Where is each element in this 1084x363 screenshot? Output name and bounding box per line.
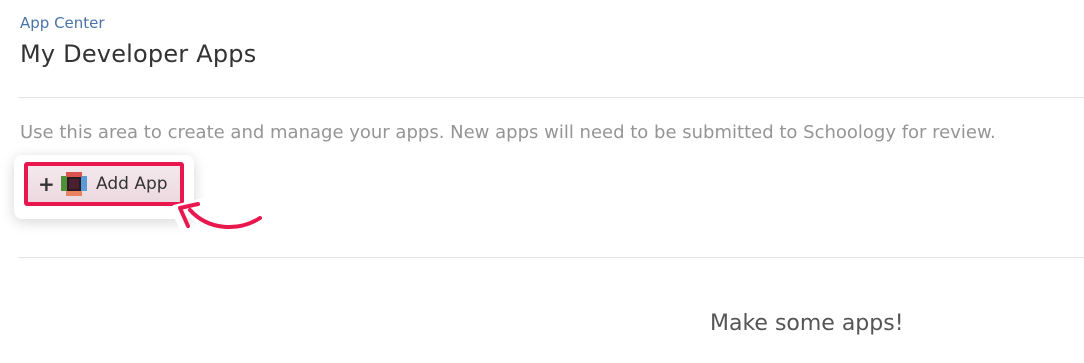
page-description: Use this area to create and manage your … [20, 122, 996, 143]
plus-icon: + [38, 172, 55, 196]
callout-arrow-icon [170, 198, 266, 238]
app-blocks-icon [60, 171, 88, 197]
breadcrumb-app-center[interactable]: App Center [20, 14, 105, 32]
add-app-button[interactable]: + Add App [24, 162, 184, 206]
content-divider [18, 257, 1084, 258]
developer-apps-page: App Center My Developer Apps Use this ar… [0, 0, 1084, 363]
add-app-label: Add App [96, 174, 168, 194]
header-divider [18, 97, 1084, 98]
page-title: My Developer Apps [20, 40, 257, 68]
empty-state-message: Make some apps! [710, 311, 904, 336]
